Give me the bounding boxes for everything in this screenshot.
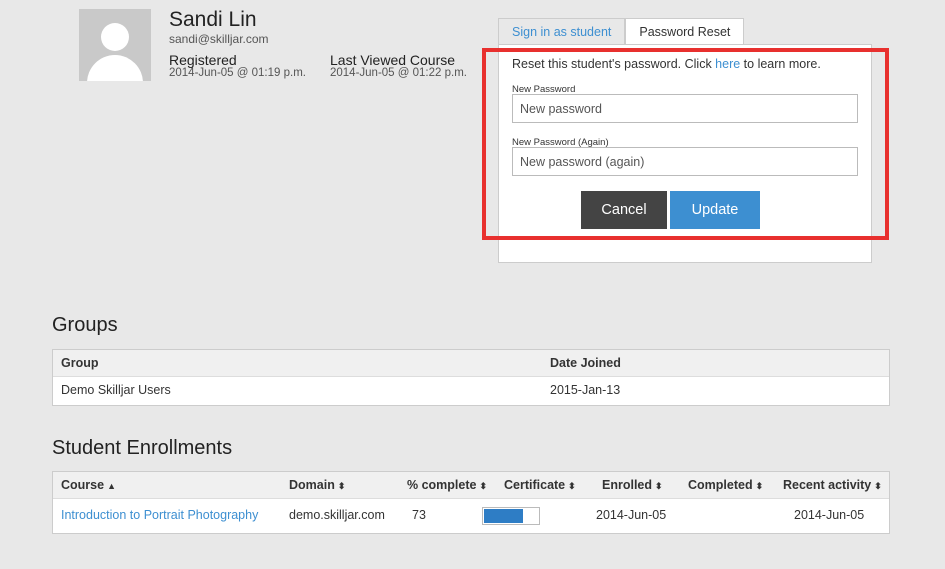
groups-table: Group Date Joined Demo Skilljar Users 20… (52, 349, 890, 406)
recent-activity-cell: 2014-Jun-05 (794, 508, 865, 522)
reset-intro-text: Reset this student's password. Click her… (512, 57, 821, 71)
new-password-again-field[interactable] (512, 147, 858, 176)
column-header-domain[interactable]: Domain ⬍ (289, 478, 345, 492)
sort-icon: ⬍ (479, 481, 488, 491)
sort-icon: ⬍ (568, 481, 576, 491)
last-viewed-label: Last Viewed Course (330, 52, 456, 68)
registered-value: 2014-Jun-05 @ 01:19 p.m. (169, 67, 306, 79)
column-header-completed[interactable]: Completed ⬍ (688, 478, 763, 492)
table-row: Introduction to Portrait Photography dem… (53, 499, 889, 533)
course-link[interactable]: Introduction to Portrait Photography (61, 508, 258, 522)
sort-icon: ⬍ (337, 481, 346, 491)
enrolled-date-cell: 2014-Jun-05 (596, 508, 667, 522)
update-button[interactable]: Update (670, 191, 760, 229)
date-joined-cell: 2015-Jan-13 (550, 383, 621, 397)
column-header-group: Group (61, 356, 99, 370)
table-row: Demo Skilljar Users 2015-Jan-13 (53, 377, 889, 406)
new-password-field[interactable] (512, 94, 858, 123)
last-viewed-value: 2014-Jun-05 @ 01:22 p.m. (330, 67, 467, 79)
action-tabs: Sign in as student Password Reset (498, 18, 745, 45)
domain-cell: demo.skilljar.com (289, 508, 385, 522)
avatar (79, 9, 151, 81)
sort-ascending-icon: ▲ (107, 481, 116, 491)
sort-icon: ⬍ (874, 481, 882, 491)
tab-password-reset[interactable]: Password Reset (625, 18, 745, 45)
enrollments-table: Course ▲ Domain ⬍ % complete ⬍ Certificate ⬍… (52, 471, 890, 534)
tab-sign-in-as-student[interactable]: Sign in as student (498, 18, 626, 45)
groups-title: Groups (52, 314, 118, 336)
progress-bar (482, 507, 540, 525)
registered-label: Registered (169, 52, 237, 68)
student-name: Sandi Lin (169, 8, 257, 31)
sort-icon: ⬍ (755, 481, 764, 491)
enrollments-title: Student Enrollments (52, 437, 233, 459)
sort-icon: ⬍ (655, 481, 663, 491)
column-header-date-joined: Date Joined (550, 356, 621, 370)
cancel-button[interactable]: Cancel (581, 191, 667, 229)
column-header-certificate[interactable]: Certificate ⬍ (504, 478, 576, 492)
progress-bar-fill (483, 508, 524, 524)
column-header-recent-activity[interactable]: Recent activity ⬍ (783, 478, 882, 492)
avatar-body-shape (87, 55, 143, 81)
enrollments-table-header: Course ▲ Domain ⬍ % complete ⬍ Certificate ⬍… (53, 472, 889, 499)
avatar-head-shape (101, 23, 129, 51)
column-header-percent-complete[interactable]: % complete ⬍ (407, 478, 487, 492)
learn-more-link[interactable]: here (715, 57, 740, 71)
column-header-enrolled[interactable]: Enrolled ⬍ (602, 478, 663, 492)
percent-complete-value: 73 (412, 508, 426, 522)
group-name-cell: Demo Skilljar Users (61, 383, 171, 397)
column-header-course[interactable]: Course ▲ (61, 478, 116, 492)
groups-table-header: Group Date Joined (53, 350, 889, 377)
student-email: sandi@skilljar.com (169, 32, 269, 46)
